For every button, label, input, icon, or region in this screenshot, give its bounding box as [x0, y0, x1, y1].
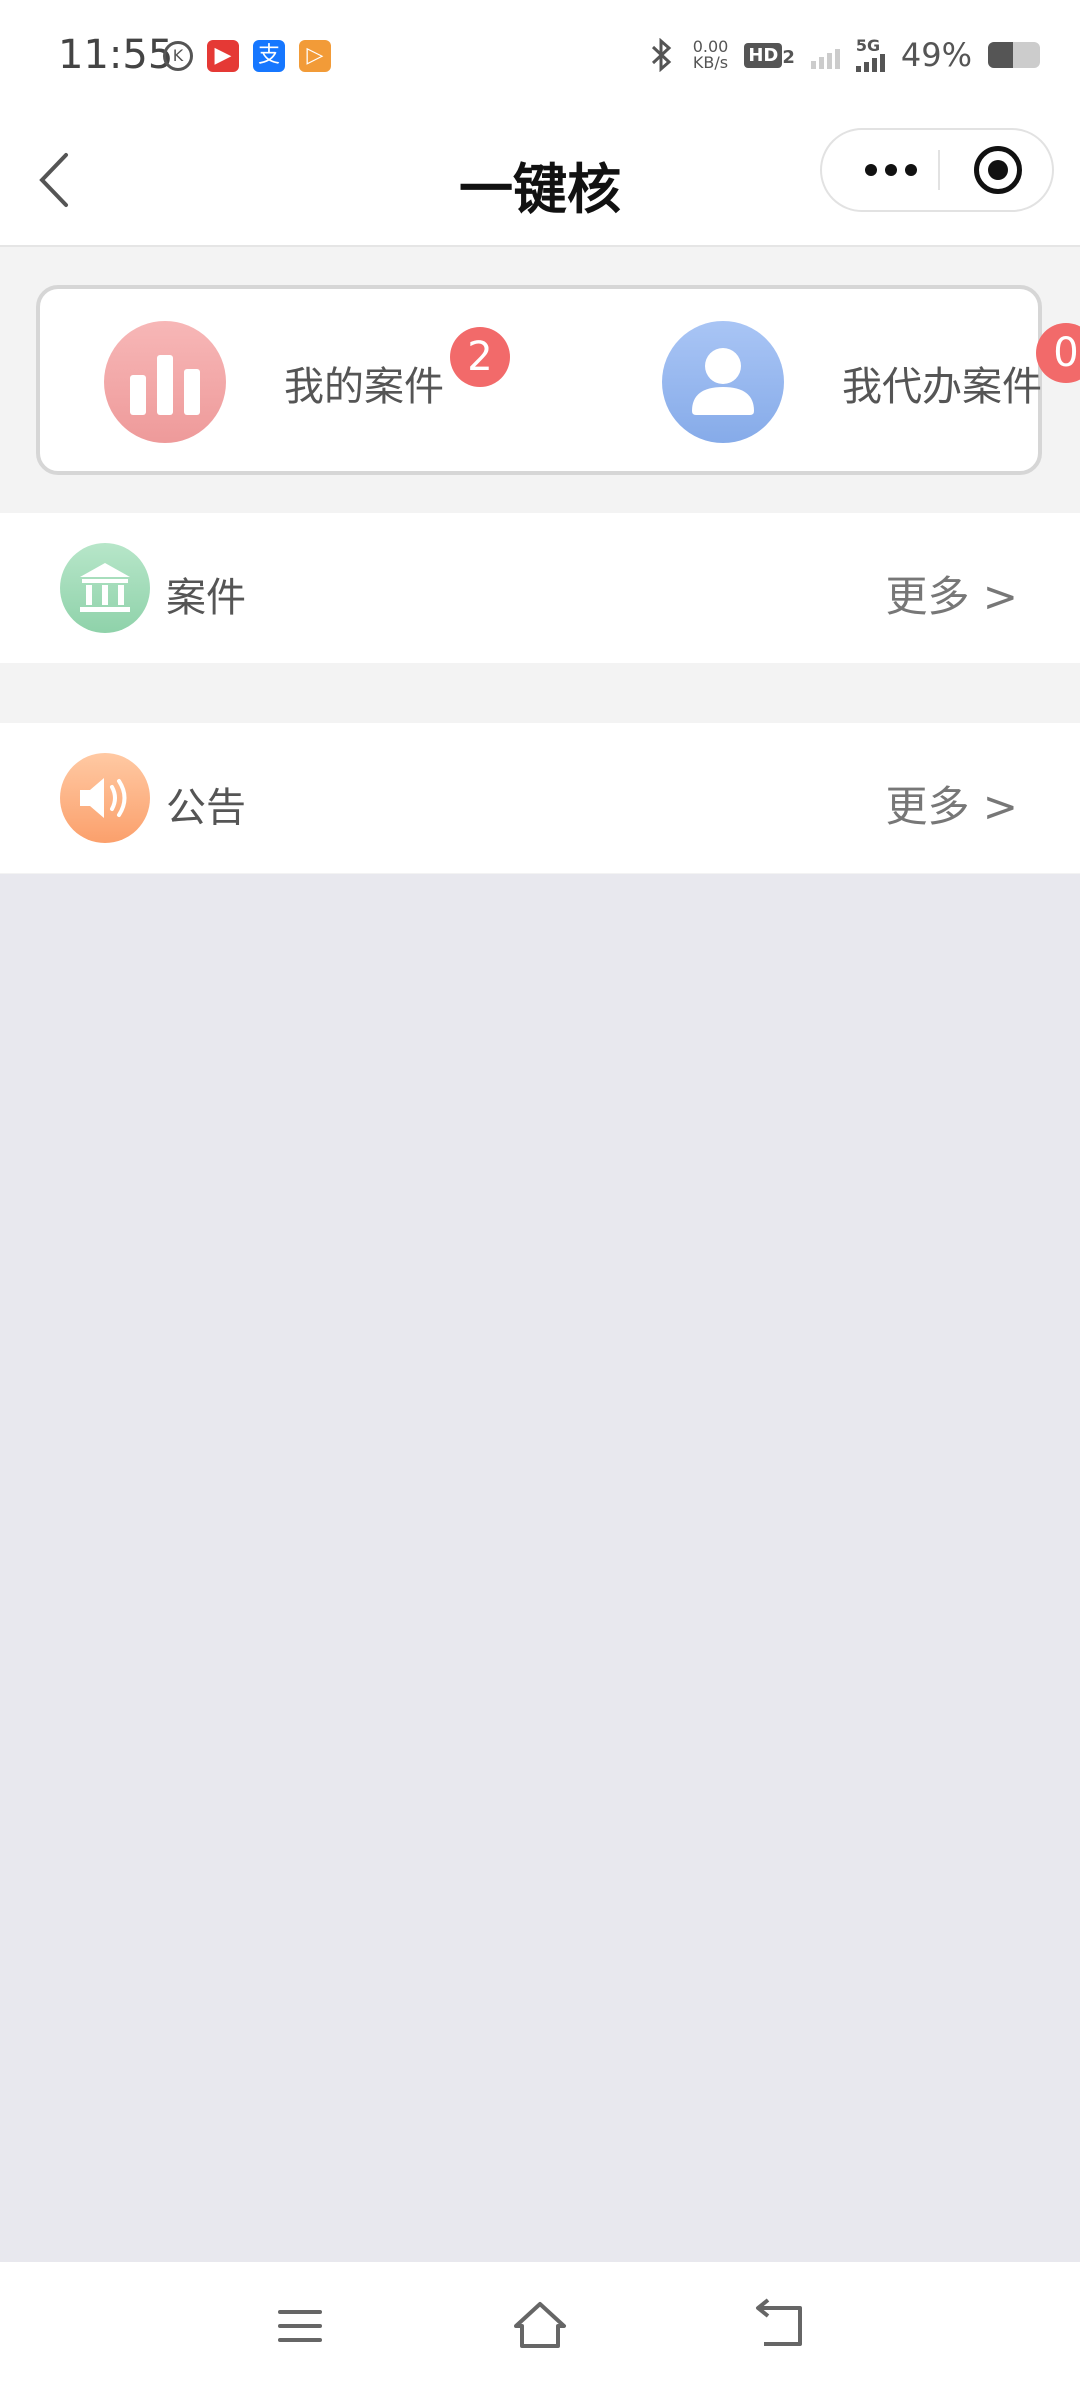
net-speed-unit: KB/s [692, 53, 729, 72]
speaker-icon [60, 753, 150, 843]
capsule-divider [938, 150, 940, 190]
signal-icon-sim2 [855, 54, 885, 72]
battery-icon [988, 42, 1040, 68]
player-app-icon: ▷ [299, 40, 331, 72]
cases-section-header: 案件 更多 > [0, 513, 1080, 663]
status-time: 11:55 [58, 32, 174, 78]
alipay-icon: 支 [253, 40, 285, 72]
back-icon[interactable] [750, 2296, 810, 2356]
status-bar: 11:55 K ▶ 支 ▷ 0.00 KB/s HD 2 5G 49% [0, 0, 1080, 115]
signal-5g: 5G [855, 36, 885, 72]
battery-fill [988, 42, 1014, 68]
cases-more-link[interactable]: 更多 > [885, 563, 1018, 624]
nav-bar: 一键核 [0, 115, 1080, 247]
announcements-section-header: 公告 更多 > [0, 723, 1080, 873]
net-speed: 0.00 KB/s [693, 39, 729, 71]
k-app-icon: K [163, 41, 193, 71]
signal-icon-sim1 [810, 41, 840, 69]
battery-percent: 49% [900, 36, 972, 74]
status-app-icons: K ▶ 支 ▷ [163, 40, 331, 72]
my-cases-shortcut[interactable]: 我的案件 2 [40, 289, 540, 471]
person-icon [662, 321, 784, 443]
bluetooth-icon [651, 38, 671, 72]
agent-cases-badge: 0 [1036, 323, 1080, 383]
hd-label: HD [744, 42, 783, 68]
announcements-section-title: 公告 [166, 785, 246, 831]
close-miniapp-icon[interactable] [974, 146, 1022, 194]
home-icon[interactable] [510, 2296, 570, 2356]
court-building-icon [60, 543, 150, 633]
network-type: 5G [855, 36, 881, 55]
announcements-more-link[interactable]: 更多 > [885, 773, 1018, 834]
bar-chart-icon [104, 321, 226, 443]
menu-icon[interactable] [270, 2296, 330, 2356]
miniapp-capsule [820, 128, 1054, 212]
agent-cases-label: 我代办案件 [842, 364, 1042, 410]
video-app-icon: ▶ [207, 40, 239, 72]
hd-indicator: HD 2 [744, 42, 795, 68]
hd-sub: 2 [782, 46, 795, 68]
my-cases-badge: 2 [450, 327, 510, 387]
system-navigation-bar [0, 2262, 1080, 2388]
more-options-icon[interactable] [846, 130, 936, 210]
my-cases-label: 我的案件 [284, 364, 444, 410]
cases-section-title: 案件 [166, 575, 246, 621]
agent-cases-shortcut[interactable]: 我代办案件 0 [540, 289, 1080, 471]
status-right: 0.00 KB/s HD 2 5G 49% [649, 36, 1040, 74]
shortcut-card: 我的案件 2 我代办案件 0 [36, 285, 1080, 475]
